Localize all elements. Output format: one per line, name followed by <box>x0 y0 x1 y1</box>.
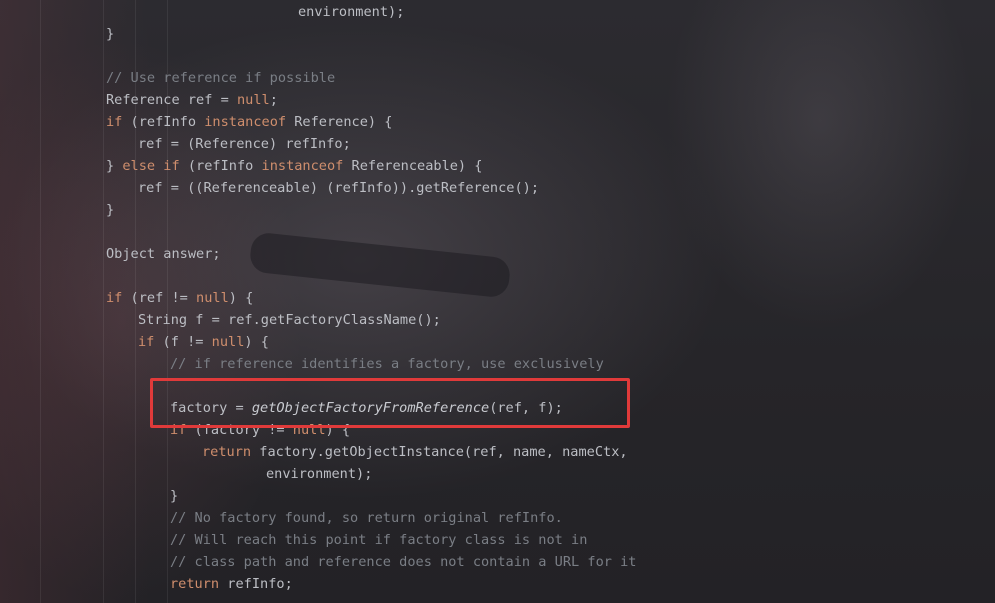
code-keyword: return <box>202 444 252 460</box>
code-keyword: if <box>106 114 123 130</box>
code-comment: // Will reach this point if factory clas… <box>170 532 588 548</box>
indent-guide <box>40 0 41 603</box>
code-token: (f != <box>154 334 212 350</box>
code-token: } <box>106 158 123 174</box>
code-line[interactable]: if (ref != null) { <box>106 287 253 309</box>
code-token: environment); <box>298 4 405 20</box>
code-token: environment); <box>266 466 373 482</box>
code-token: Reference ref = <box>106 92 237 108</box>
code-token: ref = ((Referenceable) (refInfo)).getRef… <box>138 180 540 196</box>
code-token: ) { <box>244 334 269 350</box>
code-keyword: instanceof <box>261 158 344 174</box>
code-editor[interactable]: environment);} // Use reference if possib… <box>0 0 995 603</box>
code-token: (refInfo <box>122 114 205 130</box>
code-line[interactable]: ref = ((Referenceable) (refInfo)).getRef… <box>138 177 539 199</box>
code-token: (refInfo <box>179 158 262 174</box>
code-token: refInfo; <box>219 576 293 592</box>
code-line[interactable]: // Use reference if possible <box>106 67 335 89</box>
background-wallpaper-detail <box>248 231 512 299</box>
code-line[interactable]: } <box>106 23 114 45</box>
code-comment: // if reference identifies a factory, us… <box>170 356 604 372</box>
code-line[interactable]: // No factory found, so return original … <box>170 507 563 529</box>
code-line[interactable]: Object answer; <box>106 243 221 265</box>
code-token: } <box>106 202 115 218</box>
code-line[interactable]: environment); <box>266 463 372 485</box>
code-token: (ref != <box>122 290 197 306</box>
code-line[interactable]: ref = (Reference) refInfo; <box>138 133 351 155</box>
code-token: factory.getObjectInstance(ref, name, nam… <box>251 444 628 460</box>
code-line[interactable]: // if reference identifies a factory, us… <box>170 353 604 375</box>
code-keyword: if <box>138 334 155 350</box>
code-line[interactable]: // Will reach this point if factory clas… <box>170 529 587 551</box>
code-line[interactable]: Reference ref = null; <box>106 89 278 111</box>
code-line[interactable]: } else if (refInfo instanceof Referencea… <box>106 155 483 177</box>
code-line[interactable]: if (f != null) { <box>138 331 269 353</box>
code-keyword: else if <box>122 158 180 174</box>
code-line[interactable]: environment); <box>298 1 404 23</box>
code-token: Object answer; <box>106 246 221 262</box>
code-line[interactable]: return refInfo; <box>170 573 293 595</box>
code-keyword: instanceof <box>204 114 287 130</box>
code-line[interactable]: if (refInfo instanceof Reference) { <box>106 111 392 133</box>
code-token: ; <box>269 92 278 108</box>
code-line[interactable]: // class path and reference does not con… <box>170 551 637 573</box>
code-line[interactable]: } <box>170 485 178 507</box>
code-token: } <box>170 488 179 504</box>
code-token: Reference) { <box>286 114 393 130</box>
code-token: String f = ref.getFactoryClassName(); <box>138 312 441 328</box>
code-token: Referenceable) { <box>343 158 483 174</box>
highlight-annotation-box <box>150 378 630 428</box>
code-keyword: null <box>236 92 270 108</box>
code-token: } <box>106 26 115 42</box>
code-comment: // class path and reference does not con… <box>170 554 637 570</box>
indent-guide <box>103 0 104 603</box>
code-line[interactable]: return factory.getObjectInstance(ref, na… <box>202 441 628 463</box>
code-keyword: if <box>106 290 123 306</box>
code-line[interactable]: String f = ref.getFactoryClassName(); <box>138 309 441 331</box>
code-comment: // No factory found, so return original … <box>170 510 563 526</box>
code-comment: // Use reference if possible <box>106 70 336 86</box>
code-keyword: return <box>170 576 220 592</box>
code-line[interactable]: } <box>106 199 114 221</box>
code-token: ) { <box>228 290 254 306</box>
code-token: ref = (Reference) refInfo; <box>138 136 351 152</box>
code-keyword: null <box>211 334 245 350</box>
code-keyword: null <box>196 290 229 306</box>
